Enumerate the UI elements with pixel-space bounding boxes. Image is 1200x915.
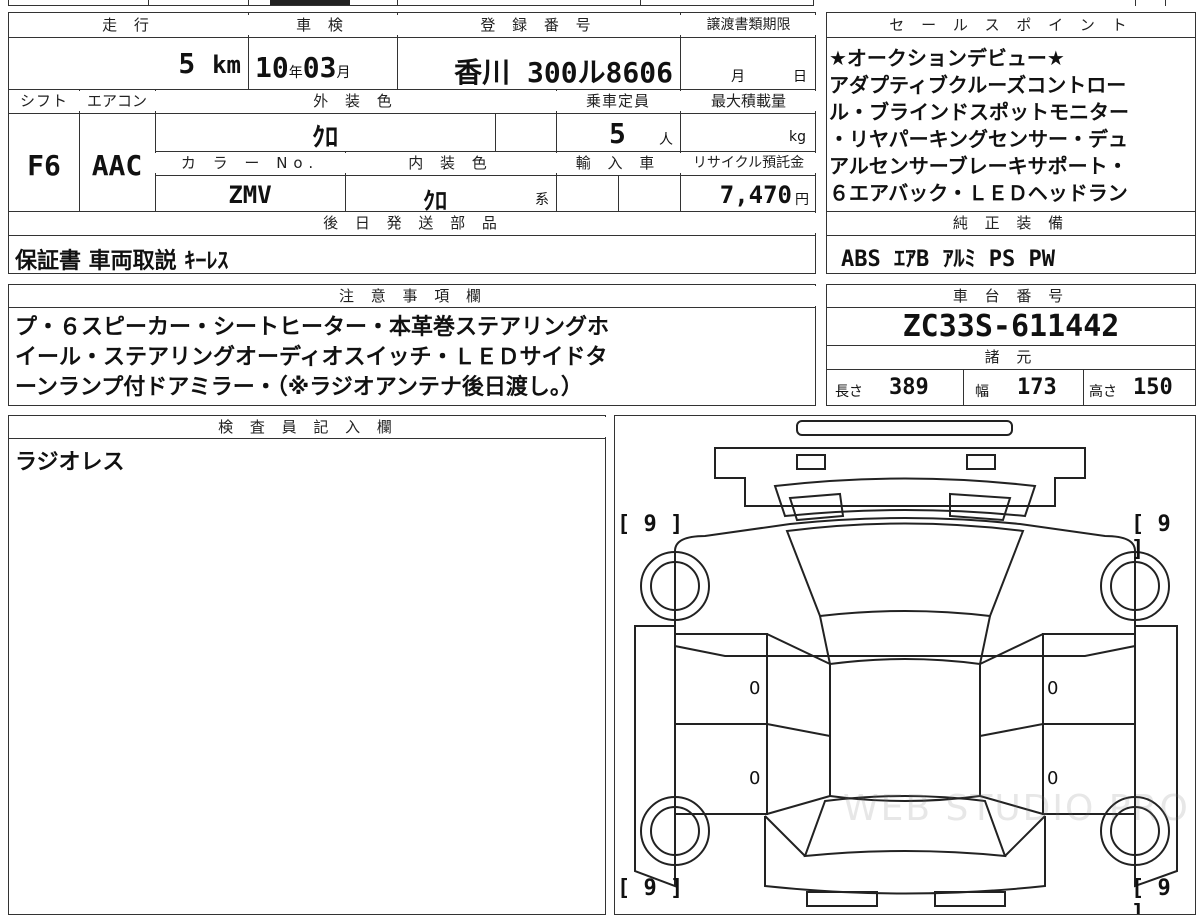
top-cut-strip: [0, 0, 1200, 8]
sales-points-box: セ ー ル ス ポ イ ン ト ★オークションデビュー★ アダプティブクルーズコ…: [826, 12, 1196, 274]
door-mark-fr: 0: [1047, 678, 1059, 699]
sales-point-line: アダプティブクルーズコントロー: [829, 73, 1127, 97]
sales-point-line: ６エアバック・ＬＥＤヘッドラン: [829, 181, 1128, 205]
capacity-unit: 人: [659, 132, 673, 148]
length-value: 389: [889, 375, 929, 400]
inspector-box: 検 査 員 記 入 欄 ラジオレス: [8, 415, 607, 915]
right-door-lines: [979, 633, 1044, 815]
mileage-value: 5 km: [178, 47, 241, 80]
notes-line: プ・６スピーカー・シートヒーター・本革巻ステアリングホ: [15, 315, 610, 340]
roof-shape: [829, 658, 981, 802]
height-label: 高さ: [1089, 384, 1117, 400]
recycle-fee-unit: 円: [795, 192, 809, 208]
capacity-value: 5: [609, 117, 626, 150]
shift-label: シフト: [9, 91, 79, 111]
registration-number: 香川 300ル8606: [454, 56, 673, 89]
rear-light-right-shape: [934, 891, 1006, 907]
front-bumper-shape: [796, 420, 1013, 436]
max-load-label: 最大積載量: [680, 91, 817, 111]
sales-point-line: アルセンサーブレーキサポート・: [829, 154, 1128, 178]
shift-value: F6: [27, 149, 61, 182]
import-car-label: 輸 入 車: [556, 153, 680, 173]
registration-label: 登 録 番 号: [397, 15, 680, 35]
sales-point-line: ・リヤパーキングセンサー・デュ: [829, 127, 1128, 151]
door-mark-rl: 0: [749, 768, 761, 789]
aircon-value: AAC: [91, 149, 143, 182]
exterior-color-value: ｸﾛ: [311, 123, 338, 153]
notes-text: プ・６スピーカー・シートヒーター・本革巻ステアリングホ イール・ステアリングオー…: [15, 313, 609, 403]
length-label: 長さ: [835, 384, 863, 400]
headlight-right-shape: [966, 454, 996, 470]
tire-rear-right-depth: [ 9 ]: [1131, 876, 1171, 915]
transfer-deadline-label: 譲渡書類期限: [680, 15, 817, 35]
notes-box: 注 意 事 項 欄 プ・６スピーカー・シートヒーター・本革巻ステアリングホ イー…: [8, 284, 817, 406]
sales-points-text: ★オークションデビュー★ アダプティブクルーズコントロー ル・ブラインドスポット…: [829, 45, 1195, 207]
transfer-day-unit: 日: [793, 69, 807, 85]
interior-color-value: ｸﾛ: [423, 187, 447, 215]
specs-label: 諸 元: [827, 347, 1195, 367]
chassis-number: ZC33S-611442: [902, 309, 1120, 344]
color-no-label: カ ラ ー No.: [155, 153, 345, 173]
right-side-shape: [1134, 625, 1178, 888]
hood-shape: [714, 447, 1086, 507]
sales-point-line: ★オークションデビュー★: [829, 46, 1065, 70]
left-side-shape: [634, 625, 676, 888]
car-diagram-box: [ 9 ] [ 9 ] [ 9 ] [ 9 ] 0 0 0 0 WEB STUD…: [614, 415, 1196, 915]
windshield-shape: [785, 522, 1025, 618]
max-load-unit: kg: [789, 129, 806, 145]
mileage-label: 走 行: [9, 15, 248, 35]
sales-points-label: セ ー ル ス ポ イ ン ト: [827, 15, 1195, 35]
color-no-value: ZMV: [228, 181, 272, 209]
inspection-value: 10年03月: [255, 51, 351, 84]
door-mark-fl: 0: [749, 678, 761, 699]
notes-line: ーンランプ付ドアミラー・（※ラジオアンテナ後日渡し。）: [15, 375, 583, 400]
recycle-fee-value: 7,470: [719, 181, 792, 209]
interior-color-label: 内 装 色: [345, 153, 556, 173]
recycle-fee-label: リサイクル預託金: [680, 153, 817, 173]
watermark: WEB STUDIO PRO: [843, 788, 1190, 829]
inspection-label: 車 検: [248, 15, 397, 35]
left-door-lines: [766, 633, 831, 815]
aircon-label: エアコン: [79, 91, 155, 111]
interior-color-unit: 系: [535, 192, 549, 208]
width-label: 幅: [975, 384, 989, 400]
height-value: 150: [1133, 375, 1173, 400]
door-mark-rr: 0: [1047, 768, 1059, 789]
sales-point-line: ル・ブラインドスポットモニター: [829, 100, 1129, 124]
transfer-month-unit: 月: [731, 69, 745, 85]
tire-rear-left-depth: [ 9 ]: [617, 876, 684, 901]
chassis-specs-box: 車 台 番 号 ZC33S-611442 諸 元 長さ 389 幅 173 高さ…: [826, 284, 1196, 406]
inspector-value: ラジオレス: [15, 450, 125, 475]
car-diagram: [634, 420, 1178, 907]
rear-light-left-shape: [806, 891, 878, 907]
later-parts-label: 後 日 発 送 部 品: [9, 213, 817, 233]
notes-line: イール・ステアリングオーディオスイッチ・ＬＥＤサイドタ: [15, 345, 608, 370]
chassis-label: 車 台 番 号: [827, 286, 1195, 306]
exterior-color-label: 外 装 色: [155, 91, 556, 111]
width-value: 173: [1017, 375, 1057, 400]
capacity-label: 乗車定員: [556, 91, 680, 111]
tire-front-right-depth: [ 9 ]: [1131, 512, 1171, 562]
genuine-equipment-value: ABS ｴｱB ｱﾙﾐ PS PW: [841, 247, 1055, 272]
body-upper-shape: [674, 517, 1136, 657]
headlight-left-shape: [796, 454, 826, 470]
genuine-equipment-label: 純 正 装 備: [827, 213, 1195, 233]
notes-label: 注 意 事 項 欄: [9, 286, 817, 306]
later-parts-value: 保証書 車両取説 ｷｰﾚｽ: [15, 249, 229, 274]
inspector-label: 検 査 員 記 入 欄: [9, 417, 607, 437]
vehicle-info-grid: 走 行 車 検 登 録 番 号 譲渡書類期限 5 km 10年03月 香川 30…: [8, 12, 817, 274]
tire-front-left-depth: [ 9 ]: [617, 512, 684, 537]
